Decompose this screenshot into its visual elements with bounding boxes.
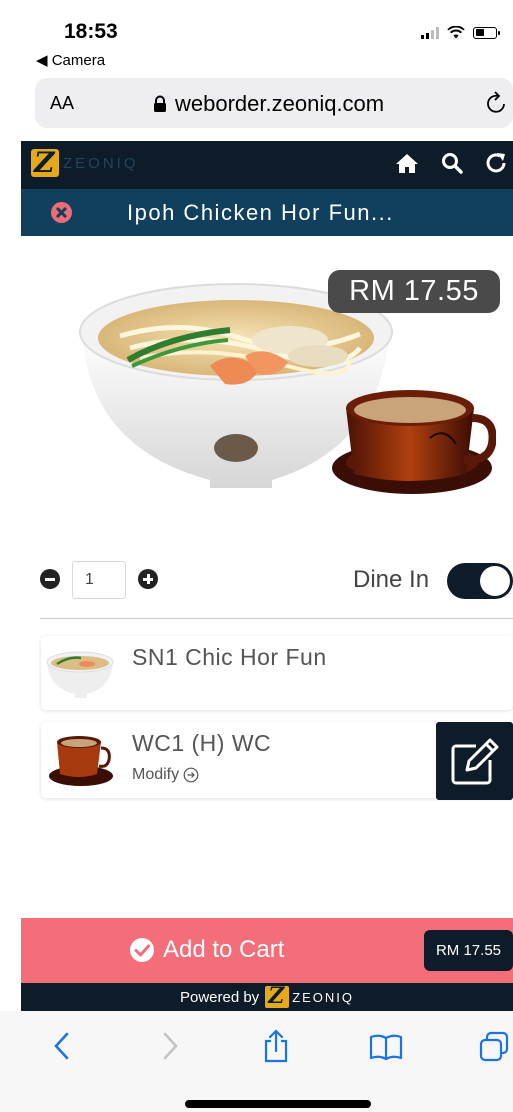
product-title-bar: Ipoh Chicken Hor Fun...	[21, 189, 513, 236]
edit-item-button[interactable]	[436, 722, 513, 800]
brand-logo[interactable]: Z ZEONIQ	[31, 146, 139, 179]
url-text: weborder.zeoniq.com	[175, 91, 385, 116]
status-icons	[421, 26, 500, 39]
app-header: Z ZEONIQ	[21, 141, 513, 189]
signal-icon	[421, 26, 439, 39]
check-circle-icon	[130, 938, 154, 962]
add-to-cart-text: Add to Cart	[163, 936, 285, 963]
footer-logo-mark: Z	[265, 983, 290, 1009]
reload-icon[interactable]	[485, 90, 509, 116]
logo-mark: Z	[31, 146, 59, 179]
dine-in-toggle[interactable]	[447, 563, 513, 599]
footer-brand-text: ZEONIQ	[292, 989, 355, 1005]
home-icon[interactable]	[395, 152, 419, 174]
modify-link[interactable]: Modify	[132, 766, 199, 784]
share-icon[interactable]	[262, 1029, 290, 1063]
powered-by-footer: Powered by Z ZEONIQ	[21, 983, 513, 1011]
quantity-input[interactable]	[72, 561, 126, 599]
bookmarks-icon[interactable]	[369, 1033, 403, 1061]
browser-toolbar	[0, 1011, 513, 1112]
item-name: SN1 Chic Hor Fun	[132, 644, 327, 670]
home-indicator	[185, 1100, 371, 1108]
item-name: WC1 (H) WC	[132, 730, 272, 756]
edit-icon	[451, 738, 499, 785]
refresh-icon[interactable]	[485, 152, 507, 174]
dine-in-label: Dine In	[353, 566, 430, 593]
toggle-knob	[480, 566, 510, 596]
arrow-circle-right-icon	[183, 767, 199, 783]
powered-by-label: Powered by	[179, 988, 260, 1006]
battery-icon	[473, 26, 500, 39]
status-bar: 18:53 ◀ Camera	[0, 0, 513, 76]
decrease-quantity-button[interactable]	[40, 569, 60, 589]
back-icon[interactable]	[52, 1031, 72, 1061]
back-to-camera-link[interactable]: ◀ Camera	[36, 51, 105, 69]
list-item[interactable]: SN1 Chic Hor Fun	[41, 636, 513, 710]
increase-quantity-button[interactable]	[138, 569, 158, 589]
footer-logo: Z ZEONIQ	[265, 983, 355, 1009]
modify-label: Modify	[132, 766, 180, 783]
product-title: Ipoh Chicken Hor Fun...	[127, 200, 394, 225]
item-thumbnail	[49, 736, 113, 786]
item-thumbnail	[46, 651, 114, 698]
close-icon[interactable]	[51, 202, 72, 223]
add-to-cart-label: Add to Cart	[129, 936, 284, 964]
address-bar[interactable]: AA weborder.zeoniq.com	[35, 78, 513, 128]
wifi-icon	[447, 26, 465, 39]
forward-icon[interactable]	[160, 1031, 180, 1061]
logo-text: ZEONIQ	[63, 154, 139, 172]
cart-total-badge: RM 17.55	[424, 930, 513, 971]
search-icon[interactable]	[441, 152, 463, 174]
text-size-button[interactable]: AA	[50, 93, 74, 114]
price-badge: RM 17.55	[328, 270, 500, 313]
battery-fill	[475, 29, 485, 36]
tabs-icon[interactable]	[478, 1031, 510, 1063]
lock-icon	[154, 95, 166, 112]
divider	[40, 618, 513, 619]
url-display[interactable]: weborder.zeoniq.com	[153, 91, 384, 117]
header-actions	[395, 152, 513, 174]
status-time: 18:53	[64, 20, 118, 43]
